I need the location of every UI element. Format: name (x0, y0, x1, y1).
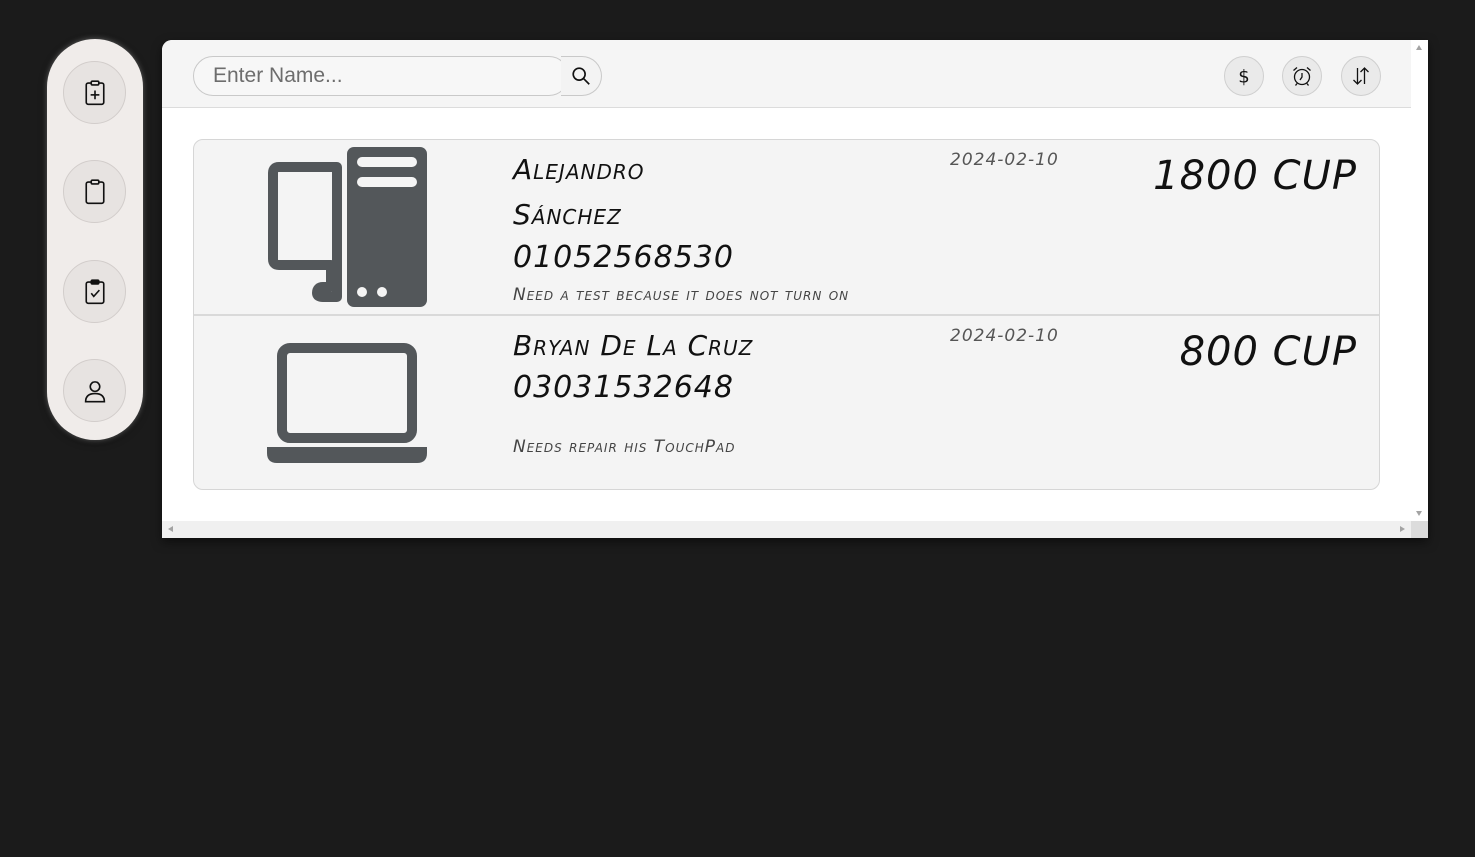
desktop-computer-icon (268, 147, 427, 307)
customer-first-name: Alejandro (513, 153, 645, 186)
clipboard-icon (84, 178, 105, 204)
order-price: 1800 CUP (1153, 153, 1357, 199)
scroll-down-icon[interactable] (1416, 511, 1422, 516)
dollar-icon: $ (1238, 67, 1249, 88)
search-input[interactable] (193, 56, 569, 96)
order-description: Need a test because it does not turn on (513, 285, 850, 305)
clipboard-plus-icon (84, 79, 105, 105)
search-icon (572, 67, 590, 85)
scroll-right-icon[interactable] (1400, 526, 1405, 532)
sort-by-price-button[interactable]: $ (1224, 56, 1264, 96)
customer-phone: 03031532648 (513, 370, 734, 405)
clipboard-check-icon (84, 278, 105, 304)
toolbar: $ (162, 40, 1411, 108)
customer-last-name: Sánchez (513, 198, 622, 231)
horizontal-scrollbar[interactable] (162, 521, 1411, 538)
user-button[interactable] (63, 359, 126, 422)
laptop-icon (267, 343, 427, 463)
scroll-up-icon[interactable] (1416, 45, 1422, 50)
order-list: Alejandro Sánchez 01052568530 Need a tes… (193, 139, 1380, 490)
sidebar (47, 39, 143, 440)
user-icon (84, 380, 105, 402)
sort-order-button[interactable] (1341, 56, 1381, 96)
sort-by-time-button[interactable] (1282, 56, 1322, 96)
order-item[interactable]: Bryan De La Cruz 03031532648 Needs repai… (194, 314, 1379, 489)
alarm-clock-icon (1293, 67, 1311, 86)
order-date: 2024-02-10 (950, 150, 1059, 170)
main-window: $ (162, 40, 1428, 538)
scroll-left-icon[interactable] (168, 526, 173, 532)
customer-phone: 01052568530 (513, 240, 734, 275)
customer-name: Bryan De La Cruz (513, 329, 754, 362)
order-price: 800 CUP (1179, 329, 1357, 375)
sort-arrows-icon (1353, 67, 1369, 85)
order-date: 2024-02-10 (950, 326, 1059, 346)
search-button[interactable] (561, 56, 602, 96)
order-item[interactable]: Alejandro Sánchez 01052568530 Need a tes… (194, 140, 1379, 315)
vertical-scrollbar[interactable] (1411, 40, 1428, 521)
scrollbar-corner (1411, 521, 1428, 538)
orders-button[interactable] (63, 160, 126, 223)
svg-text:$: $ (1238, 67, 1249, 88)
completed-orders-button[interactable] (63, 260, 126, 323)
order-description: Needs repair his TouchPad (513, 437, 736, 457)
new-order-button[interactable] (63, 61, 126, 124)
